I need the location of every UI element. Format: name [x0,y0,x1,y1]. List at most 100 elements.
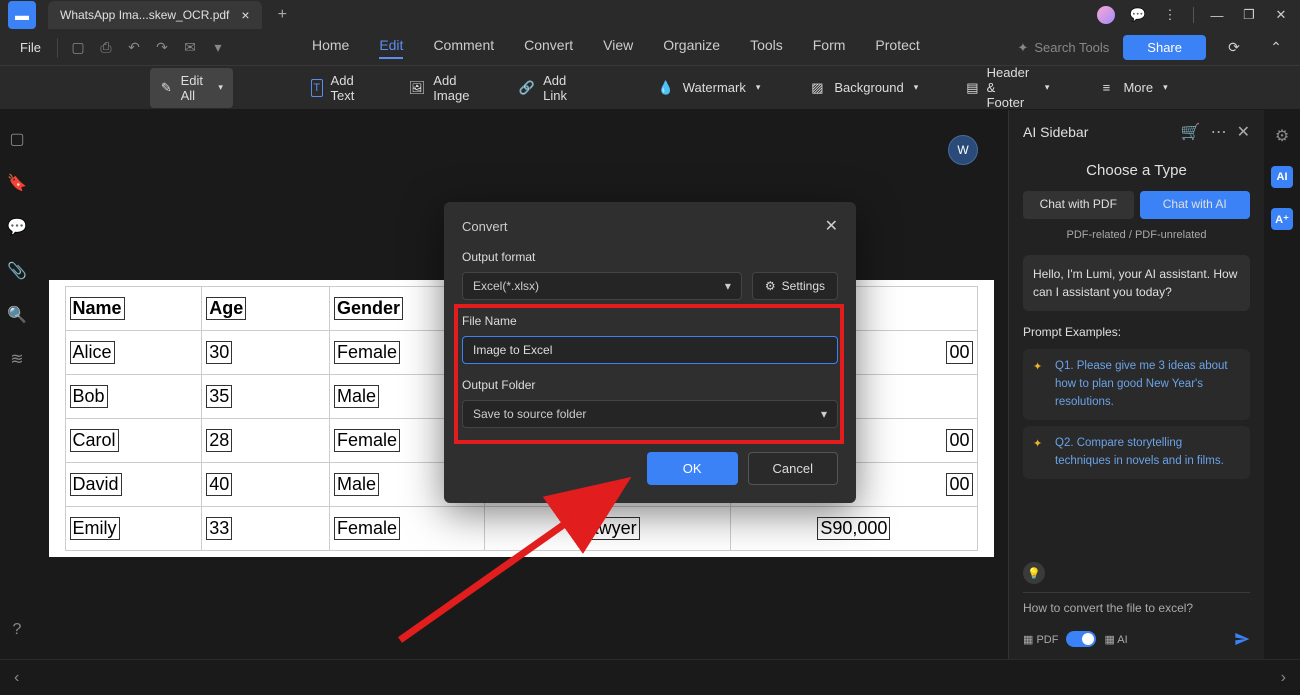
ai-toggle-label: ▦ AI [1104,633,1127,646]
menubar: File ▢ ⎙ ↶ ↷ ✉ ▾ Home Edit Comment Conve… [0,30,1300,66]
ai-rail-icon[interactable]: AI [1271,166,1293,188]
forward-icon[interactable]: › [1281,669,1286,687]
search-tools[interactable]: ✦ Search Tools [1017,40,1109,56]
minimize-icon[interactable]: — [1208,6,1226,24]
close-sidebar-icon[interactable]: ✕ [1237,122,1250,142]
prompt-examples-label: Prompt Examples: [1023,325,1250,339]
left-sidebar: ▢ 🔖 💬 📎 🔍 ≋ ? [0,110,34,659]
header-footer-button[interactable]: ▤ Header & Footer ▾ [956,60,1059,115]
tab-home[interactable]: Home [312,37,349,59]
more-icon: ≡ [1097,79,1115,97]
settings-rail-icon[interactable]: ⚙ [1275,126,1289,146]
image-icon: 🖼 [409,79,426,97]
redo-icon[interactable]: ↷ [148,34,176,62]
close-tab-icon[interactable]: × [241,7,249,23]
prompt-example-2[interactable]: Q2. Compare storytelling techniques in n… [1023,426,1250,479]
file-menu[interactable]: File [10,40,51,55]
settings-button[interactable]: ⚙ Settings [752,272,838,300]
ai-sidebar-title: AI Sidebar [1023,124,1088,140]
attachment-icon[interactable]: 📎 [8,262,26,280]
dialog-title: Convert [462,219,508,234]
maximize-icon[interactable]: ❐ [1240,6,1258,24]
user-avatar[interactable] [1097,6,1115,24]
cloud-icon[interactable]: ⟳ [1220,34,1248,62]
add-text-button[interactable]: T Add Text [301,68,371,108]
dialog-close-icon[interactable]: ✕ [825,216,838,236]
tab-view[interactable]: View [603,37,633,59]
cart-icon[interactable]: 🛒 [1181,122,1201,142]
chevron-down-icon: ▾ [914,82,919,93]
pdf-ai-toggle[interactable] [1066,631,1096,647]
chat-pdf-button[interactable]: Chat with PDF [1023,191,1134,219]
word-export-icon[interactable]: W [948,135,978,165]
text-icon: T [311,79,323,97]
add-image-button[interactable]: 🖼 Add Image [399,68,481,108]
output-format-select[interactable]: Excel(*.xlsx) ▾ [462,272,742,300]
dropdown-icon[interactable]: ▾ [204,34,232,62]
more-button[interactable]: ≡ More ▾ [1087,74,1177,102]
pdf-toggle-label: ▦ PDF [1023,633,1058,646]
chat-ai-button[interactable]: Chat with AI [1140,191,1251,219]
open-icon[interactable]: ▢ [64,34,92,62]
chevron-down-icon: ▾ [1163,82,1168,93]
document-tab[interactable]: WhatsApp Ima...skew_OCR.pdf × [48,1,262,29]
back-icon[interactable]: ‹ [14,669,19,687]
link-icon: 🔗 [519,79,535,97]
tab-convert[interactable]: Convert [524,37,573,59]
tab-form[interactable]: Form [813,37,846,59]
mail-icon[interactable]: ✉ [176,34,204,62]
tab-edit[interactable]: Edit [379,37,403,59]
chevron-down-icon: ▾ [218,82,223,93]
collapse-icon[interactable]: ⌃ [1262,34,1290,62]
ai-input[interactable]: How to convert the file to excel? [1023,592,1250,623]
share-button[interactable]: Share [1123,35,1206,60]
header-footer-icon: ▤ [966,79,978,97]
file-name-label: File Name [462,314,838,328]
add-link-button[interactable]: 🔗 Add Link [509,68,579,108]
chevron-down-icon: ▾ [756,82,761,93]
right-rail: ⚙ AI A⁺ [1264,110,1300,659]
message-icon[interactable]: 💬 [1129,6,1147,24]
bottombar: ‹ › [0,659,1300,695]
pencil-icon: ✎ [160,79,173,97]
chevron-down-icon: ▾ [821,407,827,421]
tab-tools[interactable]: Tools [750,37,783,59]
tab-organize[interactable]: Organize [663,37,720,59]
ai-sidebar: AI Sidebar 🛒 ⋯ ✕ Choose a Type Chat with… [1008,110,1264,659]
tab-protect[interactable]: Protect [875,37,919,59]
send-icon[interactable] [1234,631,1250,647]
choose-type-heading: Choose a Type [1023,162,1250,179]
divider [1193,7,1194,23]
output-folder-select[interactable]: Save to source folder ▾ [462,400,838,428]
background-button[interactable]: ▨ Background ▾ [798,74,928,102]
ai-greeting: Hello, I'm Lumi, your AI assistant. How … [1023,255,1250,311]
layers-icon[interactable]: ≋ [8,350,26,368]
menu-dots-icon[interactable]: ⋮ [1161,6,1179,24]
thumbnails-icon[interactable]: ▢ [8,130,26,148]
undo-icon[interactable]: ↶ [120,34,148,62]
sparkle-icon: ✦ [1017,40,1028,56]
tab-comment[interactable]: Comment [433,37,494,59]
ok-button[interactable]: OK [647,452,738,485]
watermark-icon: 💧 [657,79,675,97]
new-tab-button[interactable]: + [278,6,287,24]
print-icon[interactable]: ⎙ [92,34,120,62]
background-icon: ▨ [808,79,826,97]
more-dots-icon[interactable]: ⋯ [1211,122,1227,142]
close-window-icon[interactable]: ✕ [1272,6,1290,24]
translate-rail-icon[interactable]: A⁺ [1271,208,1293,230]
app-icon: ▬ [8,1,36,29]
titlebar: ▬ WhatsApp Ima...skew_OCR.pdf × + 💬 ⋮ — … [0,0,1300,30]
help-icon[interactable]: ? [8,621,26,639]
comment-icon[interactable]: 💬 [8,218,26,236]
hint-bulb-icon[interactable]: 💡 [1023,562,1045,584]
prompt-example-1[interactable]: Q1. Please give me 3 ideas about how to … [1023,349,1250,420]
chevron-down-icon: ▾ [725,279,731,293]
bookmark-icon[interactable]: 🔖 [8,174,26,192]
edit-all-button[interactable]: ✎ Edit All ▾ [150,68,233,108]
watermark-button[interactable]: 💧 Watermark ▾ [647,74,771,102]
main-tabs: Home Edit Comment Convert View Organize … [312,37,920,59]
file-name-input[interactable] [462,336,838,364]
cancel-button[interactable]: Cancel [748,452,838,485]
search-icon[interactable]: 🔍 [8,306,26,324]
